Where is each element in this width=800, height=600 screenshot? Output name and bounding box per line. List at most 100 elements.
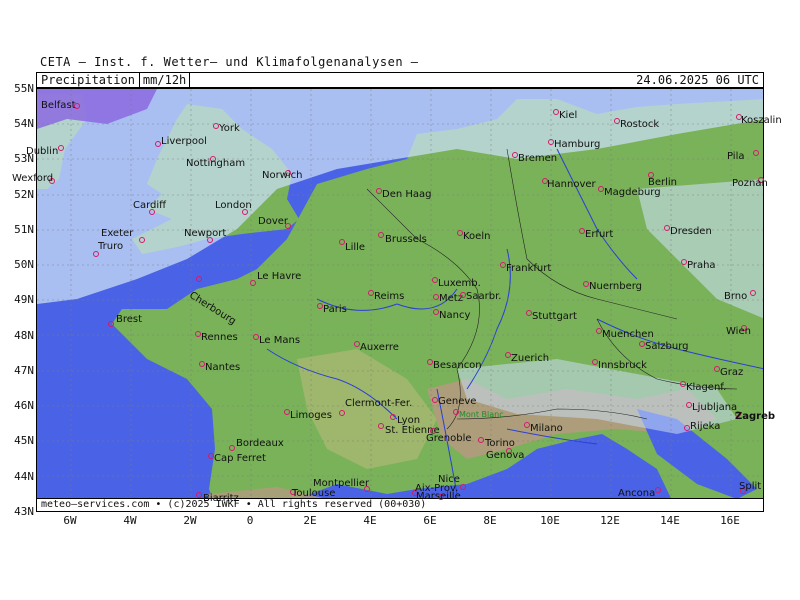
city-marker: [229, 445, 235, 451]
city-label: Split: [739, 481, 762, 492]
valid-datetime: 24.06.2025 06 UTC: [636, 73, 759, 87]
city-label: Salzburg: [645, 341, 689, 352]
city-label: Poznan: [732, 178, 768, 189]
city-label: Auxerre: [360, 342, 399, 353]
lat-label: 55N: [14, 82, 34, 95]
lon-label: 0: [246, 514, 254, 527]
city-label: Dublin: [26, 146, 59, 157]
city-label: Ancona: [618, 488, 656, 499]
city-label: Pila: [727, 151, 745, 162]
city-label: Reims: [374, 291, 405, 302]
city-label: Paris: [323, 304, 347, 315]
city-label: Rennes: [201, 332, 238, 343]
lat-label: 49N: [14, 293, 34, 306]
city-marker: [250, 280, 256, 286]
city-label: Dresden: [670, 226, 712, 237]
city-label: Nice: [438, 474, 460, 485]
lon-label: 4W: [123, 514, 137, 527]
city-label: Nuernberg: [589, 281, 643, 292]
city-label: Exeter: [101, 228, 134, 239]
lat-label: 46N: [14, 399, 34, 412]
city-label: Bordeaux: [236, 438, 284, 449]
city-label: Brno: [724, 291, 748, 302]
city-label: Den Haag: [382, 189, 432, 200]
city-label: Limoges: [290, 410, 332, 421]
city-label: Clermont-Fer.: [345, 398, 413, 409]
city-marker: [378, 423, 384, 429]
lon-label: 4E: [363, 514, 377, 527]
city-label: Genova: [486, 450, 525, 461]
header-title: CETA — Inst. f. Wetter— und Klimafolgena…: [40, 55, 419, 69]
lon-label: 6W: [63, 514, 77, 527]
city-label: Geneve: [438, 396, 477, 407]
lat-label: 43N: [14, 505, 34, 518]
lon-label: 8E: [483, 514, 497, 527]
lon-label: 14E: [660, 514, 680, 527]
city-marker: [753, 150, 759, 156]
lat-label: 50N: [14, 258, 34, 271]
lat-label: 44N: [14, 470, 34, 483]
lon-label: 2E: [303, 514, 317, 527]
city-label: London: [215, 200, 252, 211]
city-label: Norwich: [262, 170, 303, 181]
city-marker: [390, 414, 396, 420]
city-label: Cardiff: [133, 200, 167, 211]
city-label: Klagenf.: [686, 382, 727, 393]
city-marker: [478, 437, 484, 443]
city-label: Nancy: [439, 310, 471, 321]
city-label: Dover: [258, 216, 288, 227]
lon-label: 2W: [183, 514, 197, 527]
city-marker: [58, 145, 64, 151]
city-marker: [378, 232, 384, 238]
lon-label: 12E: [600, 514, 620, 527]
info-bar: Precipitation mm/12h 24.06.2025 06 UTC: [36, 72, 764, 88]
city-label: Hamburg: [554, 139, 601, 150]
lat-label: 52N: [14, 188, 34, 201]
lat-label: 51N: [14, 223, 34, 236]
city-label: Erfurt: [585, 229, 614, 240]
city-label: Milano: [530, 423, 563, 434]
city-marker: [139, 237, 145, 243]
lat-label: 45N: [14, 434, 34, 447]
city-label: Brest: [116, 314, 143, 325]
parameter-label: Precipitation mm/12h: [41, 72, 191, 88]
city-label: Marseille: [416, 491, 461, 502]
city-marker: [460, 484, 466, 490]
lat-label: 48N: [14, 329, 34, 342]
city-label: Magdeburg: [604, 187, 661, 198]
city-label: Cap Ferret: [214, 453, 266, 464]
city-marker: [196, 276, 202, 282]
city-label: Zuerich: [511, 353, 550, 364]
city-label: Praha: [687, 260, 716, 271]
city-marker: [108, 321, 114, 327]
city-label: Ljubljana: [692, 402, 738, 413]
city-label: Zagreb: [735, 411, 776, 422]
city-label: Toulouse: [292, 488, 336, 499]
city-label: Rijeka: [690, 421, 721, 432]
city-label: Besancon: [433, 360, 482, 371]
city-label: Rostock: [620, 119, 660, 130]
city-label: Brussels: [385, 234, 427, 245]
city-label: Liverpool: [161, 136, 207, 147]
city-label: Belfast: [41, 100, 76, 111]
city-label: Wexford: [12, 173, 54, 184]
city-label: Mont Blanc: [459, 410, 504, 419]
city-label: Lille: [345, 242, 366, 253]
lon-label: 6E: [423, 514, 437, 527]
city-label: Innsbruck: [598, 360, 647, 371]
city-marker: [750, 290, 756, 296]
city-label: Le Mans: [259, 335, 301, 346]
city-label: Graz: [720, 367, 744, 378]
city-label: Luxemb.: [438, 278, 481, 289]
city-label: Saarbr.: [466, 291, 502, 302]
city-label: Frankfurt: [506, 263, 552, 274]
city-label: Koeln: [463, 231, 491, 242]
copyright-bar: meteo—services.com • (c)2025 IWKF • All …: [36, 498, 764, 512]
lat-label: 54N: [14, 117, 34, 130]
city-label: Nottingham: [186, 158, 246, 169]
city-label: Grenoble: [426, 433, 472, 444]
city-label: York: [219, 123, 240, 134]
city-marker: [339, 410, 345, 416]
city-label: Bremen: [518, 153, 558, 164]
city-label: Kiel: [559, 110, 578, 121]
